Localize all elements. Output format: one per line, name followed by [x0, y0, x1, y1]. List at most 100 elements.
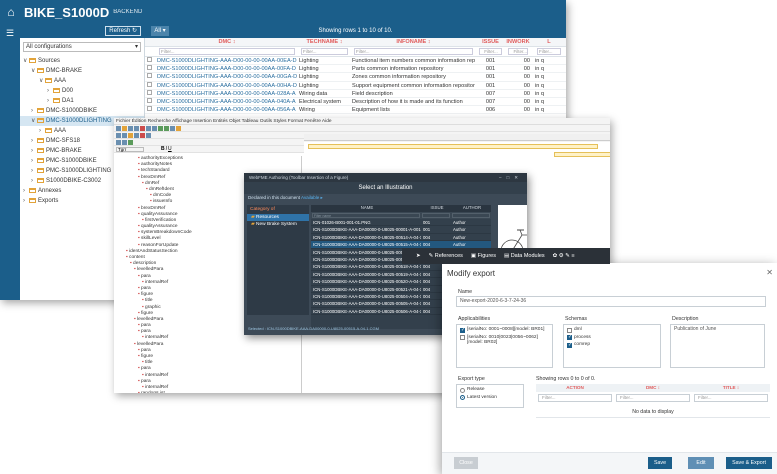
column-issue[interactable]: ISSUE	[421, 205, 451, 212]
refresh-button[interactable]: Refresh ↻	[105, 26, 141, 36]
column-header[interactable]: DMC ↕	[155, 38, 297, 46]
checkbox[interactable]	[460, 327, 465, 333]
data-modules-button[interactable]: ▤ Data Modules	[504, 253, 545, 259]
configuration-select[interactable]: All configurations ▾	[23, 42, 141, 52]
column-action[interactable]: ACTION	[536, 384, 614, 392]
column-header[interactable]: INFONAME ↕	[350, 38, 475, 46]
indent-icon[interactable]	[116, 139, 121, 145]
breadcrumb-declared[interactable]: Declared in this document	[248, 195, 300, 200]
all-filter-button[interactable]: All ▾	[151, 26, 169, 36]
validate-icon[interactable]	[128, 139, 133, 145]
more-tools-icon[interactable]: ✿ ⚙ ✎ ≡	[553, 253, 575, 259]
column-title[interactable]: TITLE ↕	[692, 384, 770, 392]
save-icon[interactable]	[128, 125, 133, 131]
delete-icon[interactable]	[140, 132, 145, 138]
link-icon[interactable]	[134, 132, 139, 138]
open-icon[interactable]	[122, 125, 127, 131]
figure-icon[interactable]	[128, 132, 133, 138]
table-row[interactable]: DMC-S1000DLIGHTING-AAA-D00-00-00-00AA-00…	[145, 65, 566, 74]
tree-node[interactable]: › D00	[20, 86, 144, 96]
cut-icon[interactable]	[140, 125, 145, 131]
checkbox[interactable]	[567, 334, 572, 340]
category-item[interactable]: ▰ Resources	[247, 214, 309, 221]
filter-dmc-input[interactable]: Filter...	[616, 394, 690, 402]
radio-button[interactable]	[460, 387, 465, 393]
description-textarea[interactable]: Publication of June	[670, 324, 765, 368]
filter-action-input[interactable]: Filter...	[538, 394, 612, 402]
column-dmc[interactable]: DMC ↕	[614, 384, 692, 392]
references-button[interactable]: ✎ References	[429, 253, 463, 259]
row-checkbox[interactable]	[147, 73, 152, 79]
menu-icon[interactable]: ☰	[0, 28, 20, 39]
tree-node[interactable]: › DA1	[20, 96, 144, 106]
copy-icon[interactable]	[146, 125, 151, 131]
table-row[interactable]: DMC-S1000DLIGHTING-AAA-D00-00-00-00AA-02…	[145, 89, 566, 98]
row-checkbox[interactable]	[147, 106, 152, 112]
outdent-icon[interactable]	[122, 139, 127, 145]
column-filter-input[interactable]: Filter...	[301, 48, 348, 55]
figures-button[interactable]: ▣ Figures	[471, 253, 496, 259]
row-checkbox[interactable]	[147, 81, 152, 87]
checkbox-option[interactable]: dml	[567, 327, 657, 333]
tree-node[interactable]: › DMC-S1000DBIKE	[20, 106, 144, 116]
undo-icon[interactable]	[158, 125, 163, 131]
column-header[interactable]: TECHNAME ↕	[297, 38, 350, 46]
column-header[interactable]: INWORK	[504, 38, 533, 46]
illustration-row[interactable]: ICN-S1000DBIKE-AAA-DA00000-0-U8025-00001…	[311, 226, 491, 234]
category-item[interactable]: ▰ New Brake System	[247, 221, 309, 228]
tree-node[interactable]: ∨ DMC-BRAKE	[20, 66, 144, 76]
window-controls[interactable]: –□✕	[499, 173, 523, 182]
filter-title-input[interactable]: Filter...	[694, 394, 768, 402]
paste-icon[interactable]	[152, 125, 157, 131]
column-header[interactable]	[145, 38, 155, 46]
checkbox-option[interactable]: [serialNo: 0010|0023|0056~0062][model: B…	[460, 335, 549, 345]
filter-issue-input[interactable]	[422, 213, 450, 218]
home-icon[interactable]: ⌂	[2, 5, 20, 19]
print-icon[interactable]	[134, 125, 139, 131]
column-header[interactable]: ISSUE	[475, 38, 504, 46]
column-header[interactable]: L	[533, 38, 563, 46]
row-checkbox[interactable]	[147, 97, 152, 103]
column-name[interactable]: NAME	[311, 205, 421, 212]
radio-option[interactable]: Release	[460, 387, 520, 393]
column-filter-input[interactable]: Filter...	[159, 48, 295, 55]
column-filter-input[interactable]: Filter...	[479, 48, 502, 55]
new-icon[interactable]	[116, 125, 121, 131]
checkbox-option[interactable]: process	[567, 334, 657, 340]
table-row[interactable]: DMC-S1000DLIGHTING-AAA-D00-00-00-00AA-00…	[145, 57, 566, 66]
table-row[interactable]: DMC-S1000DLIGHTING-AAA-D00-00-00-00AA-00…	[145, 81, 566, 90]
style-select[interactable]: Tgrr	[116, 146, 144, 152]
filter-author-input[interactable]	[452, 213, 490, 218]
name-input[interactable]: New-export-2020-6-3-7-24-36	[456, 296, 766, 307]
structure-node[interactable]: ▪ randomList	[114, 391, 301, 393]
italic-button[interactable]: I	[166, 146, 167, 152]
find-icon[interactable]	[170, 125, 175, 131]
insert-icon[interactable]	[176, 125, 181, 131]
table-row[interactable]: DMC-S1000DLIGHTING-AAA-D00-00-00-00AA-00…	[145, 73, 566, 82]
underline-button[interactable]: U	[168, 146, 172, 152]
radio-option[interactable]: Latest version	[460, 395, 520, 400]
menu-bar[interactable]: Fichier Édition Recherche Affichage Inse…	[114, 118, 610, 125]
tree-node[interactable]: ∨ AAA	[20, 76, 144, 86]
breadcrumb-available[interactable]: Available ▸	[301, 195, 323, 200]
tree-node[interactable]: ∨ Sources	[20, 56, 144, 66]
illustration-row[interactable]: ICN-S1000DBIKE-AAA-DA00000-0-U8025-00514…	[311, 234, 491, 242]
close-button[interactable]: Close	[454, 457, 478, 469]
checkbox-option[interactable]: [serialNo: 0001~0008][model: BR01]	[460, 327, 549, 333]
table-row[interactable]: DMC-S1000DLIGHTING-AAA-D00-00-00-00AA-05…	[145, 106, 566, 115]
spell-icon[interactable]	[146, 132, 151, 138]
row-checkbox[interactable]	[147, 57, 152, 62]
save-and-export-button[interactable]: Save & Export	[726, 457, 772, 469]
checkbox-option[interactable]: comrep	[567, 342, 657, 348]
checkbox[interactable]	[567, 327, 572, 333]
column-filter-input[interactable]: Filter...	[508, 48, 528, 55]
checkbox[interactable]	[567, 342, 572, 348]
redo-icon[interactable]	[164, 125, 169, 131]
table-row[interactable]: DMC-S1000DLIGHTING-AAA-D00-00-00-00AA-04…	[145, 97, 566, 107]
illustration-row[interactable]: ICN-01026-B001-001-01.PNG 001 Author	[311, 219, 491, 227]
column-filter-input[interactable]: Filter...	[537, 48, 561, 55]
cursor-icon[interactable]: ➤	[416, 253, 421, 259]
edit-button[interactable]: Edit	[688, 457, 714, 469]
column-filter-input[interactable]: Filter...	[354, 48, 473, 55]
bold-button[interactable]: B	[161, 146, 165, 152]
